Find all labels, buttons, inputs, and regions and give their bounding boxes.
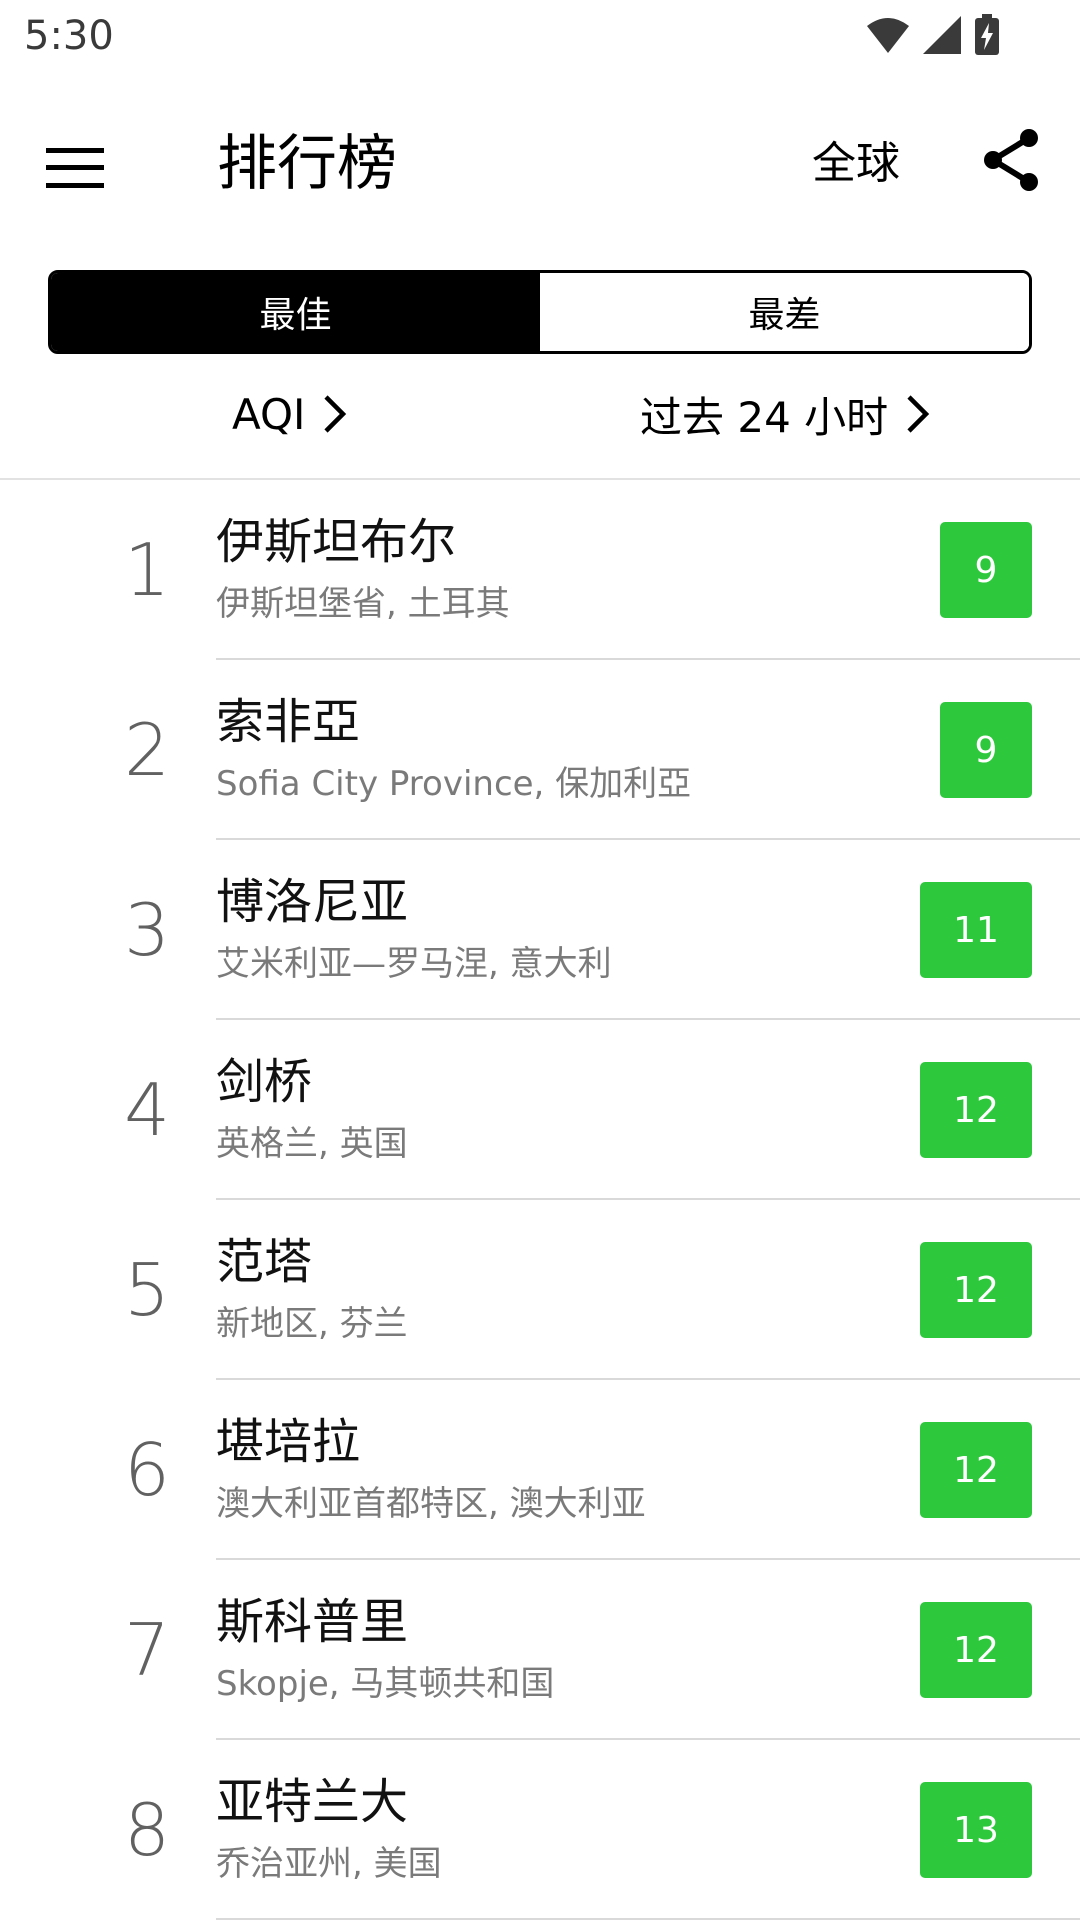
ranking-row[interactable]: 8 亚特兰大 乔治亚州, 美国 13 — [0, 1740, 1080, 1920]
city-region: 艾米利亚—罗马涅, 意大利 — [216, 944, 612, 984]
city-name: 堪培拉 — [216, 1414, 361, 1470]
status-time: 5:30 — [24, 13, 114, 59]
share-icon — [981, 128, 1041, 196]
best-worst-toggle: 最佳 最差 — [48, 270, 1032, 354]
aqi-badge: 12 — [920, 1602, 1032, 1698]
city-region: 乔治亚州, 美国 — [216, 1844, 442, 1884]
city-name: 索非亞 — [216, 694, 361, 750]
city-region: Skopje, 马其顿共和国 — [216, 1664, 555, 1704]
aqi-badge: 13 — [920, 1782, 1032, 1878]
aqi-badge: 12 — [920, 1422, 1032, 1518]
chevron-right-icon — [906, 394, 930, 434]
city-name: 斯科普里 — [216, 1594, 409, 1650]
ranking-row[interactable]: 2 索非亞 Sofia City Province, 保加利亞 9 — [0, 660, 1080, 840]
tab-worst[interactable]: 最差 — [540, 273, 1029, 351]
period-filter[interactable]: 过去 24 小时 — [640, 384, 930, 444]
hamburger-menu-icon — [46, 147, 104, 193]
ranking-row[interactable]: 4 剑桥 英格兰, 英国 12 — [0, 1020, 1080, 1200]
city-region: 新地区, 芬兰 — [216, 1304, 408, 1344]
aqi-badge: 12 — [920, 1062, 1032, 1158]
menu-button[interactable] — [46, 132, 122, 208]
rank-number: 8 — [124, 1788, 170, 1872]
status-bar: 5:30 — [0, 0, 1080, 72]
ranking-row[interactable]: 7 斯科普里 Skopje, 马其顿共和国 12 — [0, 1560, 1080, 1740]
aqi-badge: 9 — [940, 522, 1032, 618]
rank-number: 5 — [124, 1248, 170, 1332]
wifi-icon — [866, 16, 910, 54]
ranking-row[interactable]: 6 堪培拉 澳大利亚首都特区, 澳大利亚 12 — [0, 1380, 1080, 1560]
city-region: 英格兰, 英国 — [216, 1124, 408, 1164]
aqi-badge: 9 — [940, 702, 1032, 798]
ranking-row[interactable]: 5 范塔 新地区, 芬兰 12 — [0, 1200, 1080, 1380]
battery-charging-icon — [974, 14, 1000, 56]
page-title: 排行榜 — [217, 129, 397, 199]
city-region: 澳大利亚首都特区, 澳大利亚 — [216, 1484, 646, 1524]
city-region: 伊斯坦堡省, 土耳其 — [216, 584, 510, 624]
city-name: 亚特兰大 — [216, 1774, 409, 1830]
aqi-badge: 12 — [920, 1242, 1032, 1338]
aqi-badge: 11 — [920, 882, 1032, 978]
rank-number: 3 — [124, 888, 170, 972]
city-name: 剑桥 — [216, 1054, 313, 1110]
rank-number: 2 — [124, 708, 170, 792]
rank-number: 6 — [124, 1428, 170, 1512]
rank-number: 7 — [124, 1608, 170, 1692]
status-icons — [866, 14, 1000, 56]
period-filter-label: 过去 24 小时 — [640, 392, 889, 442]
metric-filter[interactable]: AQI — [232, 384, 347, 444]
city-region: Sofia City Province, 保加利亞 — [216, 764, 692, 804]
rank-number: 4 — [124, 1068, 170, 1152]
city-name: 伊斯坦布尔 — [216, 514, 457, 570]
region-selector-button[interactable]: 全球 — [812, 131, 900, 197]
ranking-row[interactable]: 1 伊斯坦布尔 伊斯坦堡省, 土耳其 9 — [0, 480, 1080, 660]
tab-best[interactable]: 最佳 — [51, 273, 540, 351]
city-name: 博洛尼亚 — [216, 874, 409, 930]
city-name: 范塔 — [216, 1234, 313, 1290]
metric-filter-label: AQI — [232, 389, 306, 439]
chevron-right-icon — [323, 394, 347, 434]
ranking-row[interactable]: 3 博洛尼亚 艾米利亚—罗马涅, 意大利 11 — [0, 840, 1080, 1020]
cellular-signal-icon — [922, 15, 962, 55]
rank-number: 1 — [124, 528, 170, 612]
share-button[interactable] — [976, 122, 1046, 202]
ranking-list: 1 伊斯坦布尔 伊斯坦堡省, 土耳其 9 2 索非亞 Sofia City Pr… — [0, 480, 1080, 1920]
